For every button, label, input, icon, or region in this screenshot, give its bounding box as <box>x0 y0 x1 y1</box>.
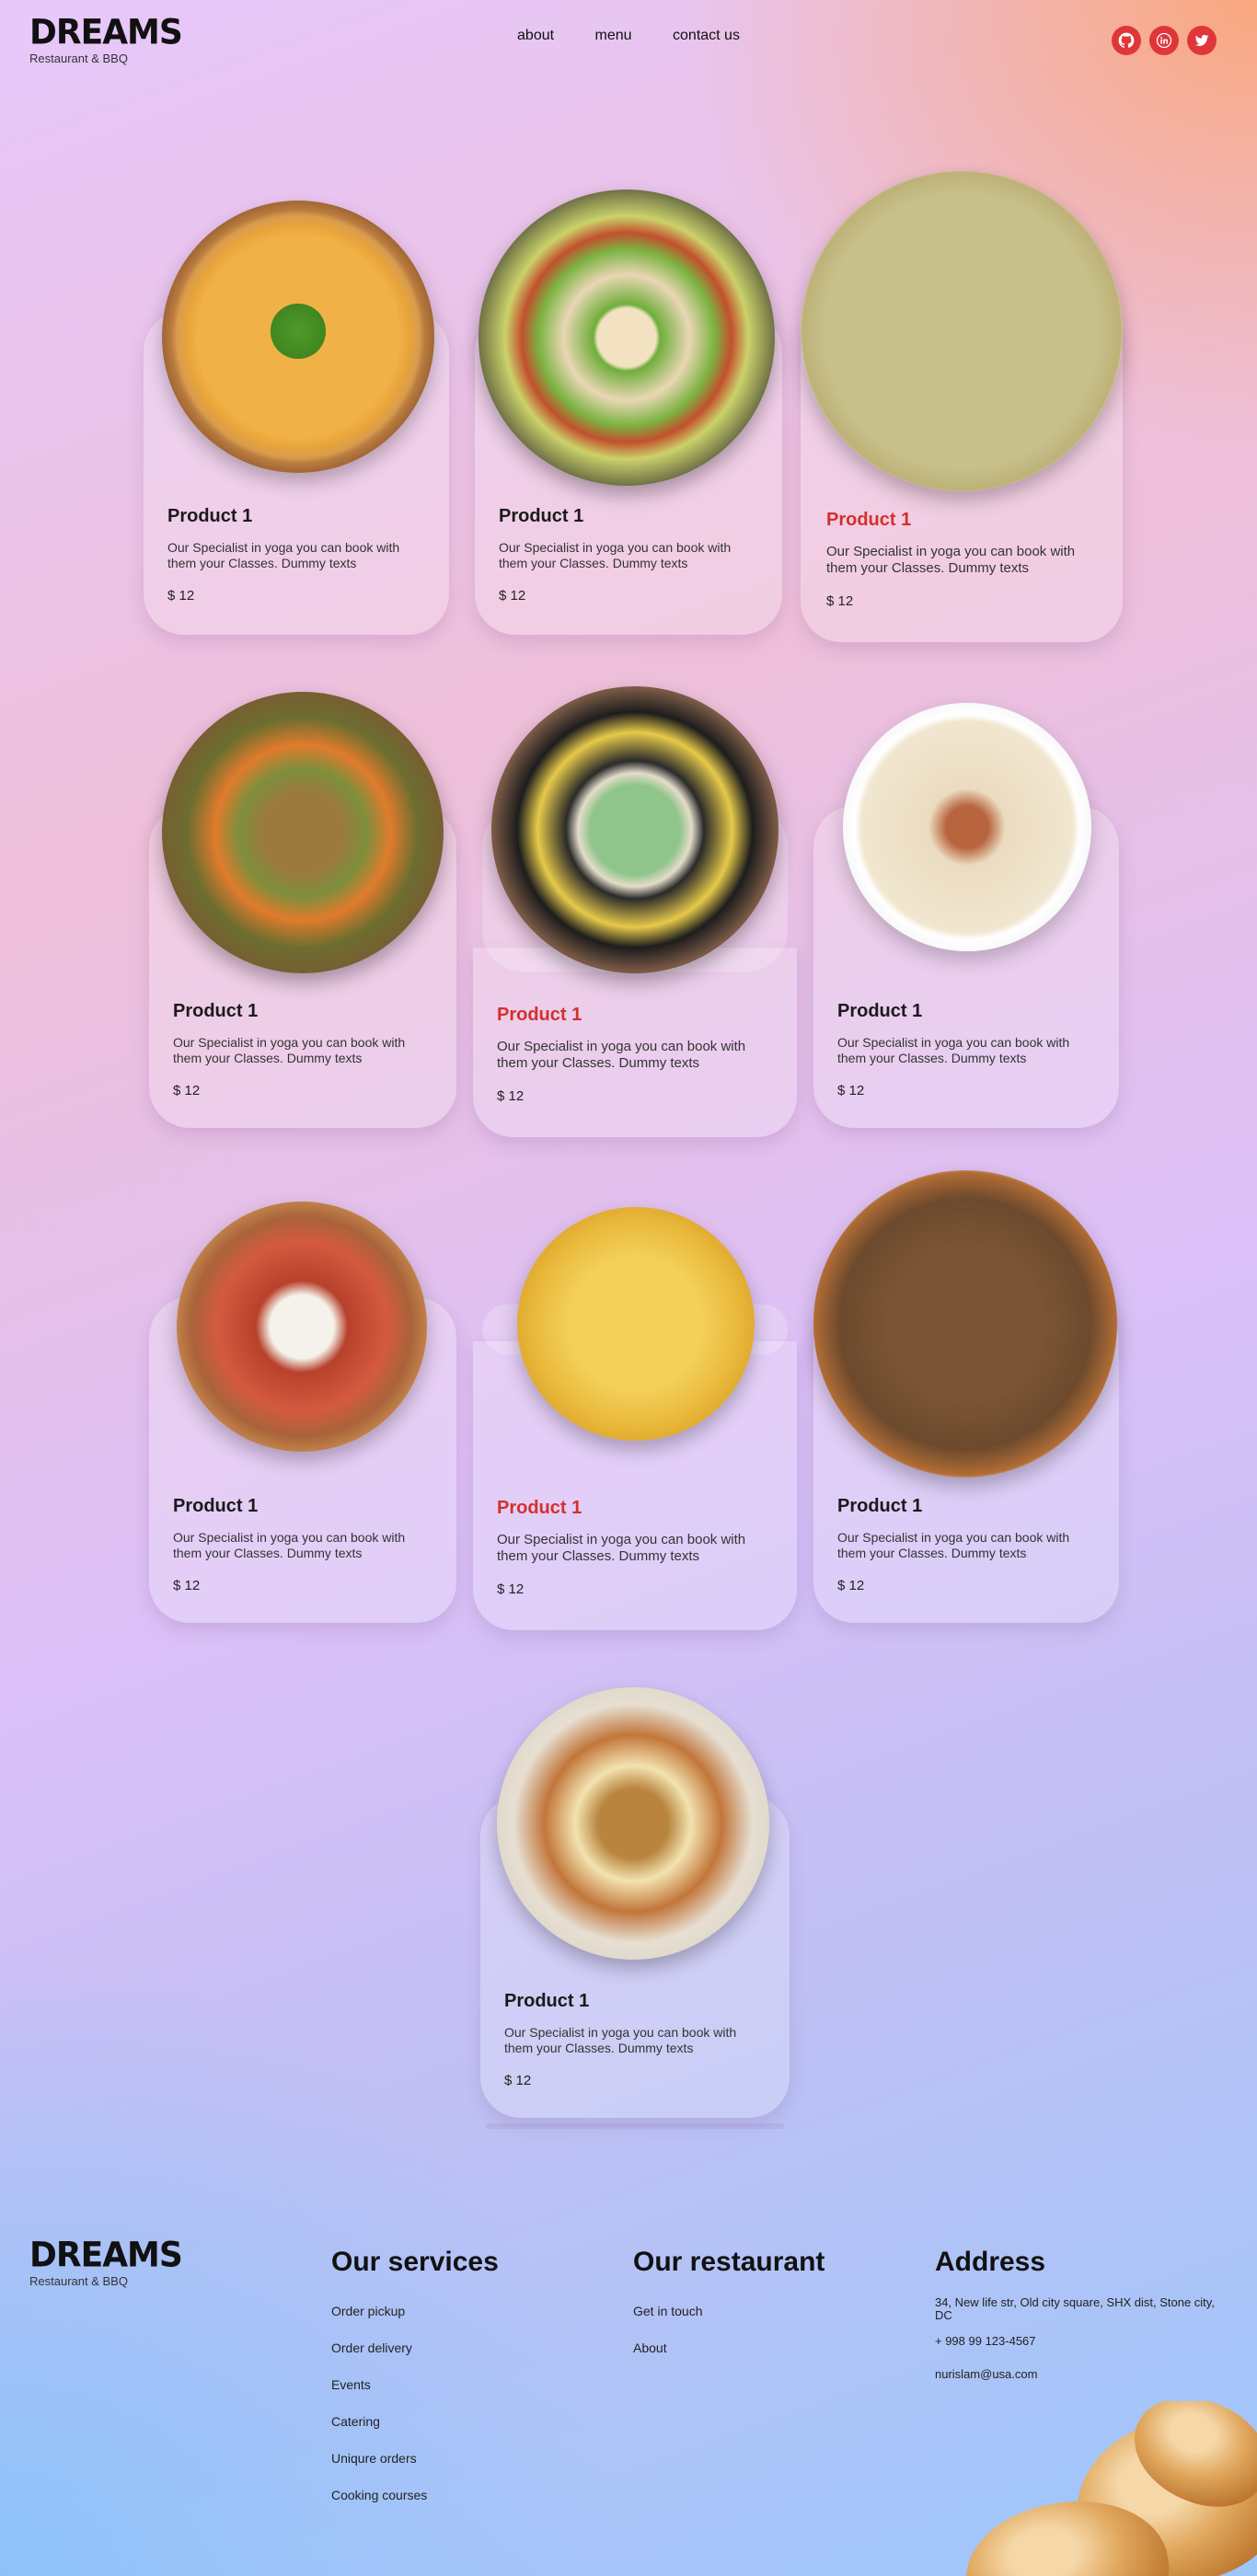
footer-link-events[interactable]: Events <box>331 2377 499 2392</box>
product-card[interactable]: Product 1 Our Specialist in yoga you can… <box>475 190 782 635</box>
product-name: Product 1 <box>497 1498 582 1518</box>
potato-gratin-image <box>517 1207 755 1441</box>
main-nav: about menu contact us <box>0 28 1257 44</box>
product-description: Our Specialist in yoga you can book with… <box>497 1039 746 1071</box>
product-description: Our Specialist in yoga you can book with… <box>504 2025 737 2055</box>
product-name: Product 1 <box>837 1496 923 1516</box>
product-card[interactable]: Product 1 Our Specialist in yoga you can… <box>144 201 449 635</box>
nav-contact-us[interactable]: contact us <box>673 28 740 44</box>
product-price: $ 12 <box>497 1581 525 1597</box>
address-email[interactable]: nurislam@usa.com <box>935 2368 1229 2381</box>
footer-link-about[interactable]: About <box>633 2340 825 2355</box>
product-price: $ 12 <box>499 588 526 604</box>
product-name: Product 1 <box>837 1001 923 1021</box>
footer-address-title: Address <box>935 2247 1046 2277</box>
product-description: Our Specialist in yoga you can book with… <box>826 544 1076 576</box>
nav-menu[interactable]: menu <box>595 28 632 44</box>
product-card[interactable]: Product 1 Our Specialist in yoga you can… <box>801 171 1123 642</box>
product-card[interactable]: Product 1 Our Specialist in yoga you can… <box>813 703 1119 1128</box>
salad-image <box>479 190 775 486</box>
product-name: Product 1 <box>173 1001 259 1021</box>
footer-restaurant: Our restaurant Get in touch About <box>633 2247 825 2377</box>
footer-logo[interactable]: DREAMS Restaurant & BBQ <box>29 2235 183 2288</box>
eggs-benedict-image <box>497 1687 769 1960</box>
github-icon[interactable] <box>1112 26 1141 55</box>
product-price: $ 12 <box>173 1083 201 1098</box>
product-description: Our Specialist in yoga you can book with… <box>173 1035 406 1065</box>
product-price: $ 12 <box>826 593 854 609</box>
product-card[interactable]: Product 1 Our Specialist in yoga you can… <box>149 1200 456 1623</box>
card-shadow-line <box>486 2123 784 2129</box>
product-card[interactable]: Product 1 Our Specialist in yoga you can… <box>473 1207 797 1630</box>
pizza-image <box>162 201 434 473</box>
footer-address: Address 34, New life str, Old city squar… <box>935 2247 1229 2401</box>
twitter-icon[interactable] <box>1187 26 1217 55</box>
footer-link-catering[interactable]: Catering <box>331 2414 499 2429</box>
product-card[interactable]: Product 1 Our Specialist in yoga you can… <box>480 1687 790 2118</box>
manti-dumplings-image <box>801 171 1123 491</box>
product-price: $ 12 <box>167 588 195 604</box>
nav-about[interactable]: about <box>517 28 554 44</box>
product-description: Our Specialist in yoga you can book with… <box>837 1035 1070 1065</box>
logo-tagline: Restaurant & BBQ <box>29 2274 128 2288</box>
logo-wordmark: DREAMS <box>29 2235 183 2275</box>
plov-image <box>813 1170 1117 1478</box>
product-price: $ 12 <box>173 1578 201 1593</box>
product-price: $ 12 <box>497 1088 525 1104</box>
product-card[interactable]: Product 1 Our Specialist in yoga you can… <box>813 1170 1119 1623</box>
product-card[interactable]: Product 1 Our Specialist in yoga you can… <box>149 692 456 1128</box>
kebab-platter-image <box>177 1202 427 1452</box>
address-street: 34, New life str, Old city square, SHX d… <box>935 2295 1215 2322</box>
footer-link-cooking-courses[interactable]: Cooking courses <box>331 2488 499 2502</box>
product-card[interactable]: Product 1 Our Specialist in yoga you can… <box>473 686 797 1137</box>
product-name: Product 1 <box>826 510 912 530</box>
footer-link-get-in-touch[interactable]: Get in touch <box>633 2304 825 2318</box>
footer-restaurant-title: Our restaurant <box>633 2247 825 2277</box>
product-description: Our Specialist in yoga you can book with… <box>173 1530 406 1560</box>
product-price: $ 12 <box>504 2073 532 2088</box>
footer-link-unique-orders[interactable]: Uniqure orders <box>331 2451 499 2466</box>
product-description: Our Specialist in yoga you can book with… <box>167 540 400 570</box>
hummus-image <box>843 703 1091 951</box>
product-price: $ 12 <box>837 1083 865 1098</box>
product-name: Product 1 <box>499 506 584 526</box>
footer-link-order-pickup[interactable]: Order pickup <box>331 2304 499 2318</box>
product-name: Product 1 <box>497 1005 582 1025</box>
footer-services: Our services Order pickup Order delivery… <box>331 2247 499 2524</box>
social-links <box>1112 26 1217 55</box>
product-price: $ 12 <box>837 1578 865 1593</box>
address-phone: + 998 99 123-4567 <box>935 2334 1036 2348</box>
vegetable-pilaf-image <box>162 692 444 973</box>
product-name: Product 1 <box>504 1991 590 2011</box>
footer-link-order-delivery[interactable]: Order delivery <box>331 2340 499 2355</box>
product-description: Our Specialist in yoga you can book with… <box>499 540 732 570</box>
linkedin-icon[interactable] <box>1149 26 1179 55</box>
logo-tagline: Restaurant & BBQ <box>29 52 128 65</box>
footer-services-title: Our services <box>331 2247 499 2277</box>
bento-platter-image <box>491 686 778 973</box>
product-description: Our Specialist in yoga you can book with… <box>497 1532 746 1564</box>
croissant-image <box>948 2401 1257 2576</box>
product-description: Our Specialist in yoga you can book with… <box>837 1530 1070 1560</box>
product-name: Product 1 <box>173 1496 259 1516</box>
product-name: Product 1 <box>167 506 253 526</box>
